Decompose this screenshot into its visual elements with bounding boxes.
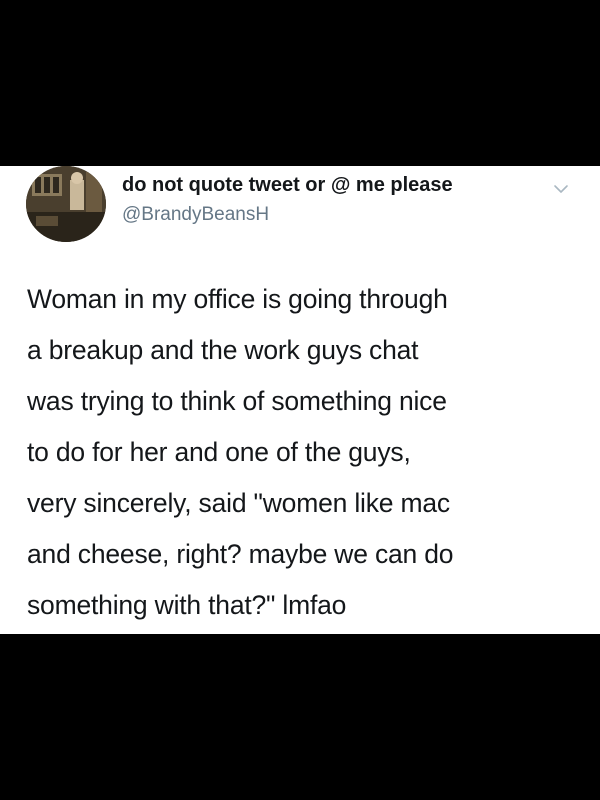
profile-photo-avatar-icon: [26, 166, 106, 242]
display-name[interactable]: do not quote tweet or @ me please: [122, 174, 453, 197]
tweet-card[interactable]: do not quote tweet or @ me please @Brand…: [0, 166, 600, 634]
tweet-text-line: very sincerely, said "women like mac: [27, 488, 450, 518]
tweet-text-line: to do for her and one of the guys,: [27, 437, 411, 467]
tweet-text-line: something with that?" lmfao: [27, 590, 347, 620]
tweet-text-line: Woman in my office is going through: [27, 284, 448, 314]
tweet-text-line: and cheese, right? maybe we can do: [27, 539, 454, 569]
tweet-text: Woman in my office is going through a br…: [27, 274, 592, 631]
chevron-down-icon[interactable]: [551, 179, 571, 199]
tweet-header: do not quote tweet or @ me please @Brand…: [0, 166, 600, 246]
tweet-text-line: a breakup and the work guys chat: [27, 335, 419, 365]
screenshot-frame: do not quote tweet or @ me please @Brand…: [0, 0, 600, 800]
avatar[interactable]: [26, 166, 106, 242]
user-handle[interactable]: @BrandyBeansH: [122, 204, 269, 226]
tweet-text-line: was trying to think of something nice: [27, 386, 447, 416]
